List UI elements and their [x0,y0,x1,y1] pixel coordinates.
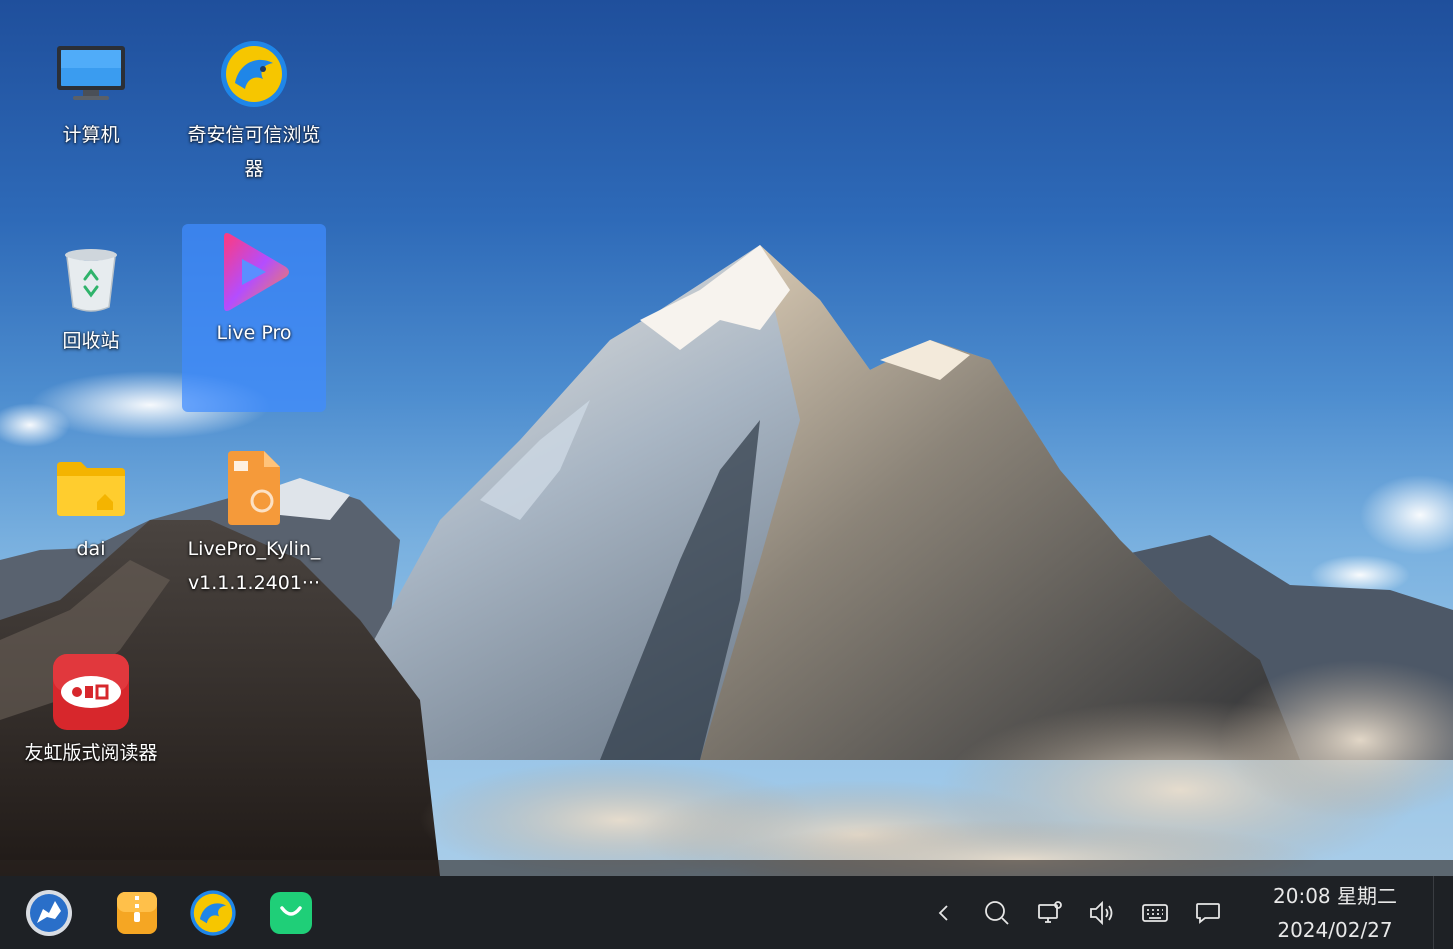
search-icon [985,901,1009,925]
network-button[interactable] [1033,896,1067,930]
desktop-icon-label: 奇安信可信浏览器 [187,124,321,180]
volume-icon [1090,900,1113,926]
desktop-icon-label: 回收站 [62,330,120,352]
computer-icon [53,36,129,112]
input-method-button[interactable] [1138,896,1172,930]
browser-icon [190,890,236,936]
clock-time-weekday: 20:08 星期二 [1273,884,1397,908]
desktop-icon-live-pro[interactable]: Live Pro [182,224,326,412]
archive-icon [117,892,157,934]
desktop-icon-label: dai [76,538,106,560]
archive-manager-button[interactable] [112,888,162,938]
desktop-icon-qianxin-browser[interactable]: 奇安信可信浏览器 [182,28,326,186]
search-button[interactable] [980,896,1014,930]
volume-button[interactable] [1085,896,1119,930]
start-menu-button[interactable] [24,888,74,938]
desktop-icon-livepro-package[interactable]: LivePro_Kylin_v1.1.1.2401··· [182,442,326,600]
desktop[interactable]: 计算机 奇安信可信浏览器 回收站 Live Pro dai LivePro_Ky… [0,0,1453,876]
shopping-bag-icon [270,892,312,934]
package-icon [216,450,292,526]
desktop-icon-label: LivePro_Kylin_v1.1.1.2401··· [187,538,321,594]
browser-button[interactable] [188,888,238,938]
desktop-icon-recycle-bin[interactable]: 回收站 [19,234,163,358]
desktop-icon-label: 友虹版式阅读器 [24,742,158,764]
play-icon [216,233,292,311]
ofd-reader-icon [53,654,129,730]
network-icon [1038,901,1062,923]
clock-date: 2024/02/27 [1277,918,1393,942]
collapse-tray-button[interactable] [927,896,961,930]
desktop-icon-label: Live Pro [216,322,292,344]
recycle-bin-icon [53,242,129,318]
clock[interactable]: 20:08 星期二 2024/02/27 [1255,880,1415,946]
app-store-button[interactable] [266,888,316,938]
desktop-icon-home-folder[interactable]: dai [19,442,163,566]
notifications-button[interactable] [1191,896,1225,930]
desktop-icon-computer[interactable]: 计算机 [19,28,163,152]
message-icon [1196,903,1220,924]
keyboard-icon [1142,904,1168,922]
kylin-start-icon [26,890,72,936]
desktop-icon-label: 计算机 [62,124,120,146]
chevron-left-icon [938,905,948,921]
desktop-icon-ofd-reader[interactable]: 友虹版式阅读器 [19,646,163,770]
taskbar: 20:08 星期二 2024/02/27 [0,876,1453,949]
show-desktop-button[interactable] [1433,876,1453,949]
folder-icon [53,450,129,526]
browser-icon [216,36,292,112]
